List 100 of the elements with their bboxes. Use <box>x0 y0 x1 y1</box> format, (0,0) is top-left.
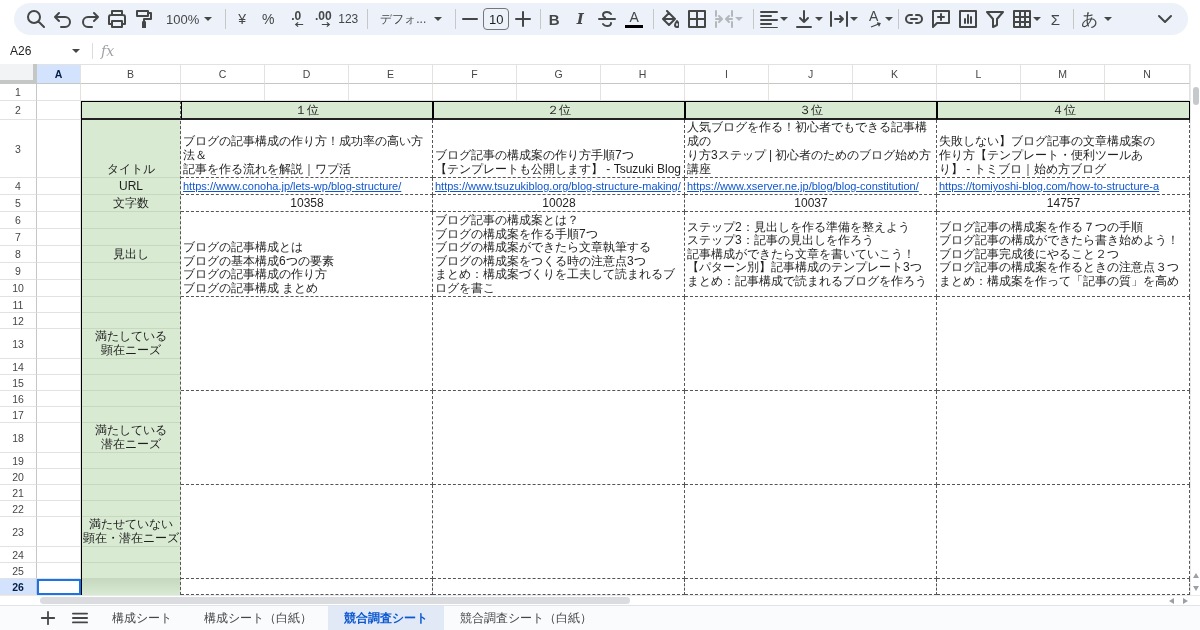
paint-roller-icon[interactable] <box>134 10 153 28</box>
row-header[interactable]: 3 <box>0 120 37 178</box>
row-header[interactable]: 5 <box>0 195 37 212</box>
column-header[interactable]: G <box>517 64 601 84</box>
decrease-decimal-button[interactable]: .0 <box>281 11 312 27</box>
row-header[interactable]: 16 <box>0 391 37 407</box>
column-header[interactable]: I <box>685 64 769 84</box>
column-header[interactable]: A <box>37 64 81 84</box>
column-header[interactable]: E <box>349 64 433 84</box>
row-header[interactable]: 12 <box>0 313 37 329</box>
column-header[interactable]: D <box>265 64 349 84</box>
url-link[interactable]: https://www.xserver.ne.jp/blog/blog-constitution/ <box>687 179 919 193</box>
caret-icon[interactable] <box>885 17 894 21</box>
undo-icon[interactable] <box>53 10 72 28</box>
align-bottom-icon[interactable] <box>794 10 813 28</box>
row-header[interactable]: 20 <box>0 469 37 485</box>
name-box[interactable]: A26 <box>10 44 80 58</box>
percent-button[interactable]: % <box>255 11 282 27</box>
heading-text: ステップ2：見出しを作る準備を整えよう <box>687 220 910 234</box>
row-header[interactable]: 8 <box>0 246 37 263</box>
caret-icon[interactable] <box>1104 17 1113 21</box>
sheet-tab[interactable]: 競合調査シート（白紙） <box>444 606 608 630</box>
scroll-up-icon[interactable] <box>1192 573 1199 578</box>
sheet-list-icon[interactable] <box>72 610 88 626</box>
font-size-field[interactable]: 10 <box>483 8 510 30</box>
row-header[interactable]: 18 <box>0 423 37 453</box>
row-header[interactable]: 9 <box>0 263 37 280</box>
caret-icon[interactable] <box>204 17 213 21</box>
align-left-icon[interactable] <box>759 10 778 28</box>
row-header[interactable]: 19 <box>0 453 37 469</box>
text-wrap-icon[interactable] <box>829 10 848 28</box>
chart-icon[interactable] <box>958 10 977 28</box>
row-header[interactable]: 11 <box>0 297 37 313</box>
column-header[interactable]: F <box>433 64 517 84</box>
formula-label: fx <box>101 43 115 59</box>
italic-button[interactable]: I <box>567 10 594 28</box>
sheet-tab[interactable]: 構成シート（白紙） <box>188 606 328 630</box>
row-label: 満たしている <box>95 423 167 437</box>
add-sheet-icon[interactable] <box>40 610 56 626</box>
paint-bucket-icon[interactable] <box>660 10 679 28</box>
row-header[interactable]: 14 <box>0 359 37 375</box>
borders-icon[interactable] <box>687 10 706 28</box>
redo-icon[interactable] <box>80 10 99 28</box>
sheet-tab[interactable]: 競合調査シート <box>328 606 444 630</box>
scrollbar-thumb[interactable] <box>1192 87 1199 105</box>
row-header[interactable]: 26 <box>0 579 37 595</box>
filter-icon[interactable] <box>985 10 1004 28</box>
url-link[interactable]: https://tomiyoshi-blog.com/how-to-structure-a <box>939 179 1160 193</box>
rank-header: ４位 <box>937 101 1190 120</box>
caret-icon[interactable] <box>434 17 443 21</box>
column-header[interactable]: N <box>1105 64 1190 84</box>
increase-decimal-button[interactable]: .00 <box>311 11 336 27</box>
row-header[interactable]: 7 <box>0 229 37 246</box>
zoom-dropdown[interactable]: 100% <box>166 11 213 27</box>
caret-icon[interactable] <box>72 49 80 53</box>
url-link[interactable]: https://www.tsuzukiblog.org/blog-structure-making/ <box>435 179 681 193</box>
scroll-right-icon[interactable] <box>1183 597 1188 604</box>
row-header[interactable]: 10 <box>0 280 37 297</box>
table-icon[interactable] <box>1012 10 1031 28</box>
row-header[interactable]: 1 <box>0 84 37 101</box>
input-tools-button[interactable]: あ <box>1076 7 1103 31</box>
url-link[interactable]: https://www.conoha.jp/lets-wp/blog-structure/ <box>183 179 402 193</box>
row-header[interactable]: 13 <box>0 329 37 359</box>
bold-button[interactable]: B <box>541 10 568 28</box>
row-header[interactable]: 6 <box>0 212 37 229</box>
text-color-button[interactable]: A <box>620 10 649 28</box>
search-icon[interactable] <box>26 10 45 28</box>
row-header[interactable]: 25 <box>0 563 37 579</box>
scroll-left-icon[interactable] <box>1169 597 1174 604</box>
plus-icon[interactable] <box>513 10 532 28</box>
row-header[interactable]: 15 <box>0 375 37 391</box>
row-header[interactable]: 24 <box>0 547 37 563</box>
row-header[interactable]: 22 <box>0 501 37 517</box>
font-dropdown[interactable]: デフォ... <box>380 10 443 28</box>
comment-icon[interactable] <box>931 10 950 28</box>
column-header[interactable]: J <box>769 64 853 84</box>
caret-icon[interactable] <box>815 17 824 21</box>
row-header[interactable]: 23 <box>0 517 37 547</box>
row-header[interactable]: 4 <box>0 178 37 195</box>
row-header[interactable]: 2 <box>0 101 37 120</box>
number-format-button[interactable]: 123 <box>335 12 362 26</box>
scroll-down-icon[interactable] <box>1192 586 1199 591</box>
caret-icon[interactable] <box>780 17 789 21</box>
column-header[interactable]: K <box>853 64 937 84</box>
column-header[interactable]: C <box>181 64 265 84</box>
currency-button[interactable]: ¥ <box>229 11 256 27</box>
functions-button[interactable]: Σ <box>1043 10 1068 28</box>
print-icon[interactable] <box>107 10 126 28</box>
column-header[interactable]: M <box>1021 64 1105 84</box>
strikethrough-icon[interactable] <box>597 10 616 28</box>
row-header[interactable]: 17 <box>0 407 37 423</box>
sheet-tab[interactable]: 構成シート <box>96 606 188 630</box>
column-header[interactable]: L <box>937 64 1021 84</box>
scrollbar-thumb[interactable] <box>40 597 630 604</box>
caret-icon[interactable] <box>1033 17 1042 21</box>
text-rotation-button[interactable]: A <box>860 10 888 28</box>
column-header[interactable]: B <box>81 64 181 84</box>
caret-icon[interactable] <box>850 17 859 21</box>
row-header[interactable]: 21 <box>0 485 37 501</box>
column-header[interactable]: H <box>601 64 685 84</box>
